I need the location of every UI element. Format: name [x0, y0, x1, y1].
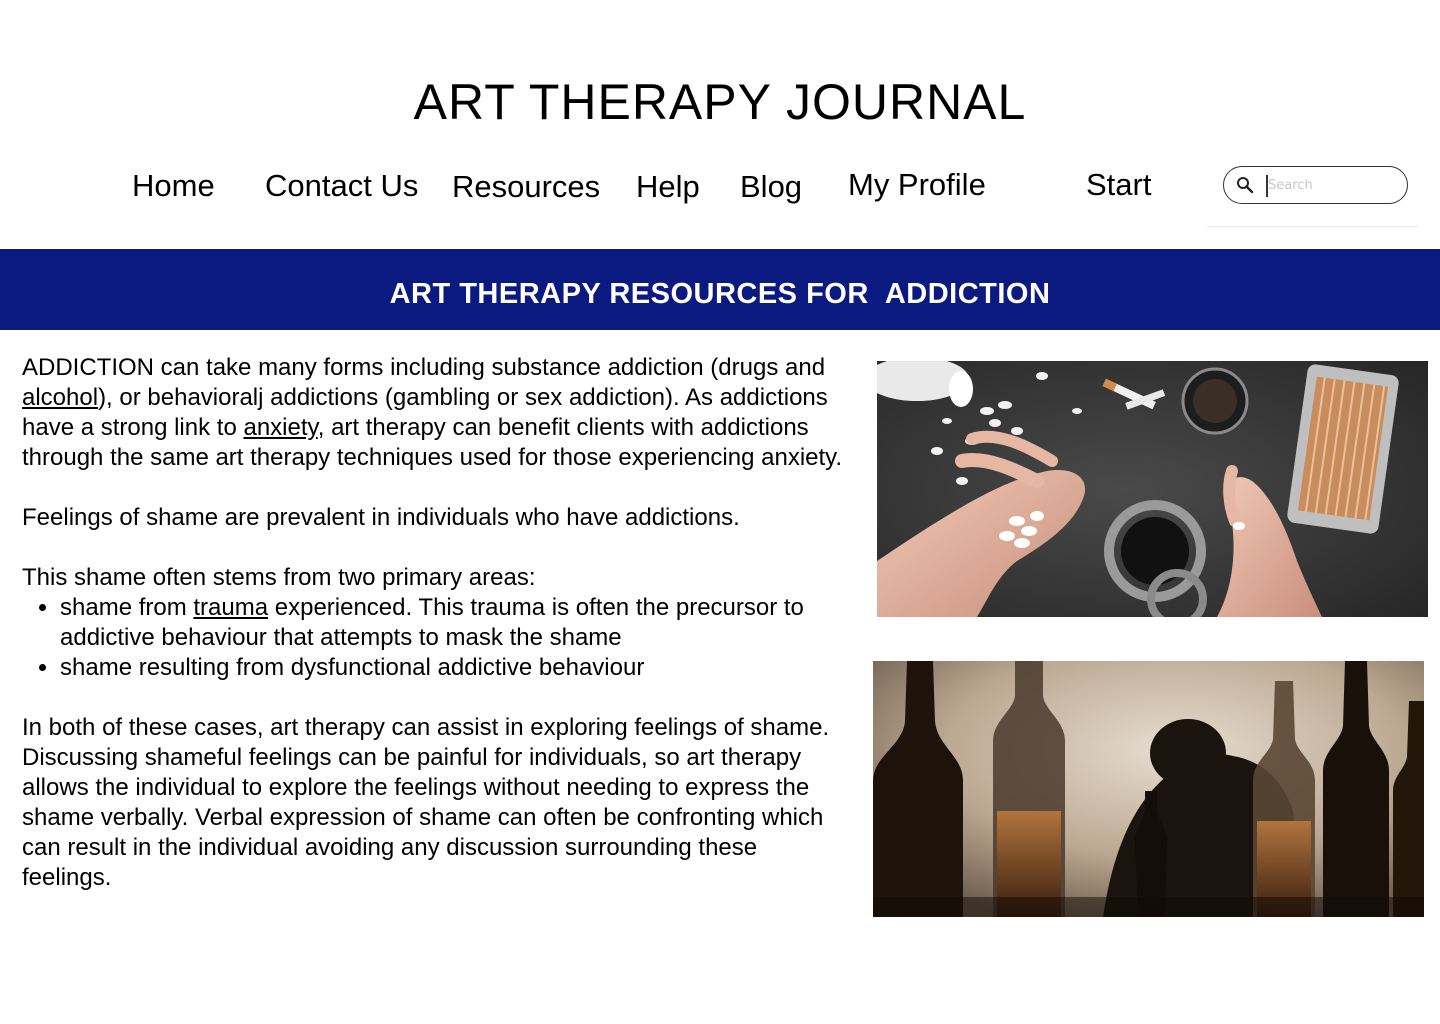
nav-contact-us[interactable]: Contact Us — [265, 166, 418, 206]
paragraph-shame-sources: This shame often stems from two primary … — [22, 564, 536, 591]
search-icon[interactable] — [1236, 176, 1254, 194]
link-anxiety[interactable]: anxiety — [243, 414, 317, 441]
paragraph-addiction-forms: ADDICTION can take many forms including … — [22, 353, 852, 473]
search-input[interactable] — [1268, 173, 1393, 197]
list-item: shame resulting from dysfunctional addic… — [60, 653, 852, 683]
list-item: shame from trauma experienced. This trau… — [60, 593, 852, 653]
section-banner: ART THERAPY RESOURCES FOR ADDICTION — [0, 249, 1440, 330]
paragraph-art-therapy-assist: In both of these cases, art therapy can … — [22, 714, 830, 891]
nav-start[interactable]: Start — [1086, 165, 1151, 205]
text-span: shame from — [60, 594, 194, 621]
bottles-silhouette-photo — [873, 661, 1424, 917]
search-divider — [1207, 226, 1418, 227]
article-body: ADDICTION can take many forms including … — [22, 353, 852, 893]
nav-resources[interactable]: Resources — [452, 167, 600, 207]
nav-help[interactable]: Help — [636, 167, 700, 207]
banner-title: ART THERAPY RESOURCES FOR ADDICTION — [389, 278, 1051, 310]
link-trauma[interactable]: trauma — [193, 594, 268, 621]
text-span: ADDICTION can take many forms including … — [22, 354, 826, 381]
nav-home[interactable]: Home — [132, 166, 215, 206]
shame-sources-list: shame from trauma experienced. This trau… — [22, 593, 852, 683]
nav-my-profile[interactable]: My Profile — [848, 165, 986, 205]
pills-in-hand-photo — [877, 361, 1428, 617]
link-alcohol[interactable]: alcohol — [22, 384, 98, 411]
page: ART THERAPY JOURNAL Home Contact Us Reso… — [0, 0, 1440, 1024]
paragraph-shame-prevalent: Feelings of shame are prevalent in indiv… — [22, 504, 740, 531]
nav-blog[interactable]: Blog — [740, 167, 802, 207]
search-box[interactable] — [1223, 166, 1408, 204]
site-title: ART THERAPY JOURNAL — [413, 74, 1027, 130]
